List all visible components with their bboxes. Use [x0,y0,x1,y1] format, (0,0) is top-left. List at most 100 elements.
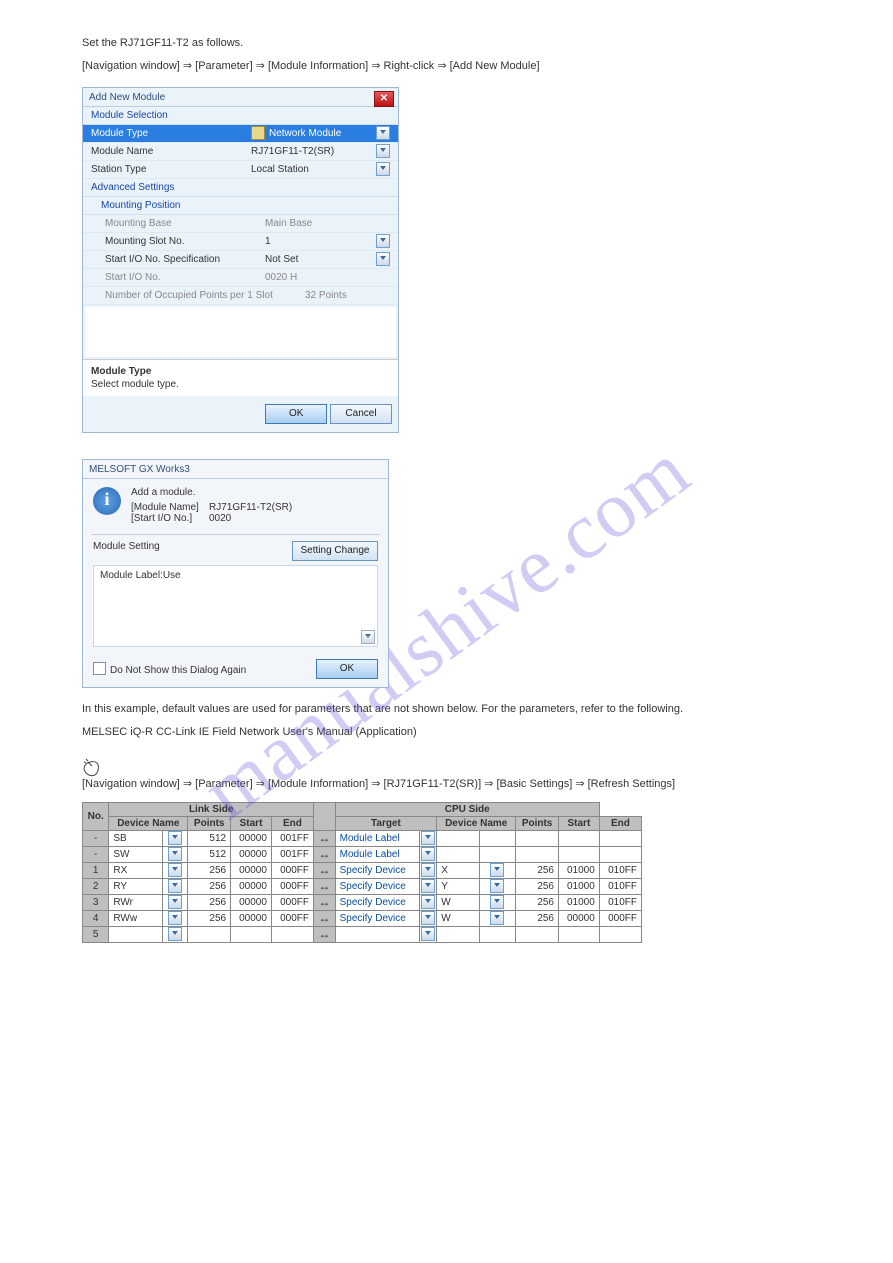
ok-button[interactable]: OK [316,659,378,679]
chevron-down-icon[interactable] [162,862,187,878]
start-io-value: 0020 H [265,272,390,283]
mounting-base-label: Mounting Base [91,218,265,229]
chevron-down-icon[interactable] [162,830,187,846]
chevron-down-icon[interactable] [479,862,515,878]
module-label-use-item: Module Label:Use [100,570,181,581]
chevron-down-icon[interactable] [162,894,187,910]
dont-show-checkbox[interactable]: Do Not Show this Dialog Again [93,662,246,676]
table-row: 4RWw25600000000FF↔Specify DeviceW2560000… [83,910,642,926]
module-type-label: Module Type [91,128,251,139]
chevron-down-icon[interactable] [162,926,187,942]
start-io-spec-row[interactable]: Start I/O No. Specification Not Set [83,251,398,269]
chevron-down-icon[interactable] [420,926,437,942]
refresh-settings-table: No. Link Side CPU Side Device Name Point… [82,802,642,943]
col-start-2: Start [559,816,600,830]
dialog-titlebar: MELSOFT GX Works3 [83,460,388,479]
intro-1: Set the RJ71GF11-T2 as follows. [82,36,811,51]
table-row: 1RX25600000000FF↔Specify DeviceX25601000… [83,862,642,878]
setting-change-button[interactable]: Setting Change [292,541,378,561]
network-module-icon [251,126,265,140]
col-cpuside: CPU Side [335,802,599,816]
mounting-position-heading: Mounting Position [83,197,398,215]
dialog-title: Add New Module [89,92,165,103]
table-row: 2RY25600000000FF↔Specify DeviceY25601000… [83,878,642,894]
transfer-arrow-icon: ↔ [313,910,335,926]
table-row: -SW51200000001FF↔Module Label [83,846,642,862]
mounting-base-value: Main Base [265,218,390,229]
chevron-down-icon[interactable] [420,894,437,910]
module-selection-heading: Module Selection [83,107,398,125]
chevron-down-icon[interactable] [162,878,187,894]
chevron-down-icon[interactable] [420,910,437,926]
chevron-down-icon[interactable] [376,144,390,158]
transfer-arrow-icon: ↔ [313,894,335,910]
table-row: 5↔ [83,926,642,942]
table-row: -SB51200000001FF↔Module Label [83,830,642,846]
add-module-dialog: Add New Module ✕ Module Selection Module… [82,87,399,433]
occ-points-row: Number of Occupied Points per 1 Slot 32 … [83,287,398,305]
transfer-arrow-icon: ↔ [313,862,335,878]
chevron-down-icon[interactable] [376,234,390,248]
table-row: 3RWr25600000000FF↔Specify DeviceW2560100… [83,894,642,910]
description-heading: Module Type [91,366,390,377]
mounting-slot-row[interactable]: Mounting Slot No. 1 [83,233,398,251]
button-bar: OK Cancel [83,396,398,432]
station-type-value: Local Station [251,164,376,175]
confirm-dialog: MELSOFT GX Works3 Add a module. [Module … [82,459,389,688]
transfer-arrow-icon: ↔ [313,846,335,862]
dialog-titlebar: Add New Module ✕ [83,88,398,107]
cancel-button[interactable]: Cancel [330,404,392,424]
col-start: Start [231,816,272,830]
info-icon [93,487,121,515]
mounting-slot-label: Mounting Slot No. [91,236,265,247]
chevron-down-icon[interactable] [420,846,437,862]
chevron-down-icon[interactable] [361,630,375,644]
chevron-down-icon[interactable] [376,126,390,140]
chevron-down-icon[interactable] [479,830,515,846]
start-io-spec-label: Start I/O No. Specification [91,254,265,265]
col-devicename-2: Device Name [437,816,516,830]
chevron-down-icon[interactable] [479,910,515,926]
close-icon[interactable]: ✕ [374,91,394,107]
mounting-slot-value: 1 [265,236,376,247]
chevron-down-icon[interactable] [420,878,437,894]
confirm-heading: Add a module. [131,487,292,498]
start-io-label: Start I/O No. [91,272,265,283]
description-text: Select module type. [91,379,390,390]
col-linkside: Link Side [109,802,314,816]
nav-path: [Navigation window] ⇒ [Parameter] ⇒ [Mod… [82,777,811,792]
station-type-row[interactable]: Station Type Local Station [83,161,398,179]
after-1: In this example, default values are used… [82,702,811,717]
col-no: No. [83,802,109,830]
module-type-row[interactable]: Module Type Network Module [83,125,398,143]
chevron-down-icon[interactable] [479,846,515,862]
chevron-down-icon[interactable] [376,252,390,266]
module-type-value: Network Module [269,128,341,139]
col-end: End [271,816,313,830]
transfer-arrow-icon: ↔ [313,830,335,846]
transfer-arrow-icon: ↔ [313,926,335,942]
chevron-down-icon[interactable] [479,926,515,942]
transfer-arrow-icon: ↔ [313,878,335,894]
occ-points-label: Number of Occupied Points per 1 Slot [91,290,305,301]
dont-show-label: Do Not Show this Dialog Again [110,665,246,676]
after-2: MELSEC iQ-R CC-Link IE Field Network Use… [82,725,811,740]
chevron-down-icon[interactable] [376,162,390,176]
ok-button[interactable]: OK [265,404,327,424]
info-text: Add a module. [Module Name]RJ71GF11-T2(S… [131,487,292,524]
chevron-down-icon[interactable] [479,894,515,910]
chevron-down-icon[interactable] [420,862,437,878]
chevron-down-icon[interactable] [162,846,187,862]
module-setting-list[interactable]: Module Label:Use [93,565,378,647]
module-name-row[interactable]: Module Name RJ71GF11-T2(SR) [83,143,398,161]
chevron-down-icon[interactable] [162,910,187,926]
occ-points-value: 32 Points [305,290,390,301]
col-points-2: Points [516,816,559,830]
intro-2: [Navigation window] ⇒ [Parameter] ⇒ [Mod… [82,59,811,74]
chevron-down-icon[interactable] [479,878,515,894]
station-type-label: Station Type [91,164,251,175]
dialog-title: MELSOFT GX Works3 [89,464,190,475]
confirm-l1-val: RJ71GF11-T2(SR) [209,502,292,513]
chevron-down-icon[interactable] [420,830,437,846]
col-points: Points [188,816,231,830]
